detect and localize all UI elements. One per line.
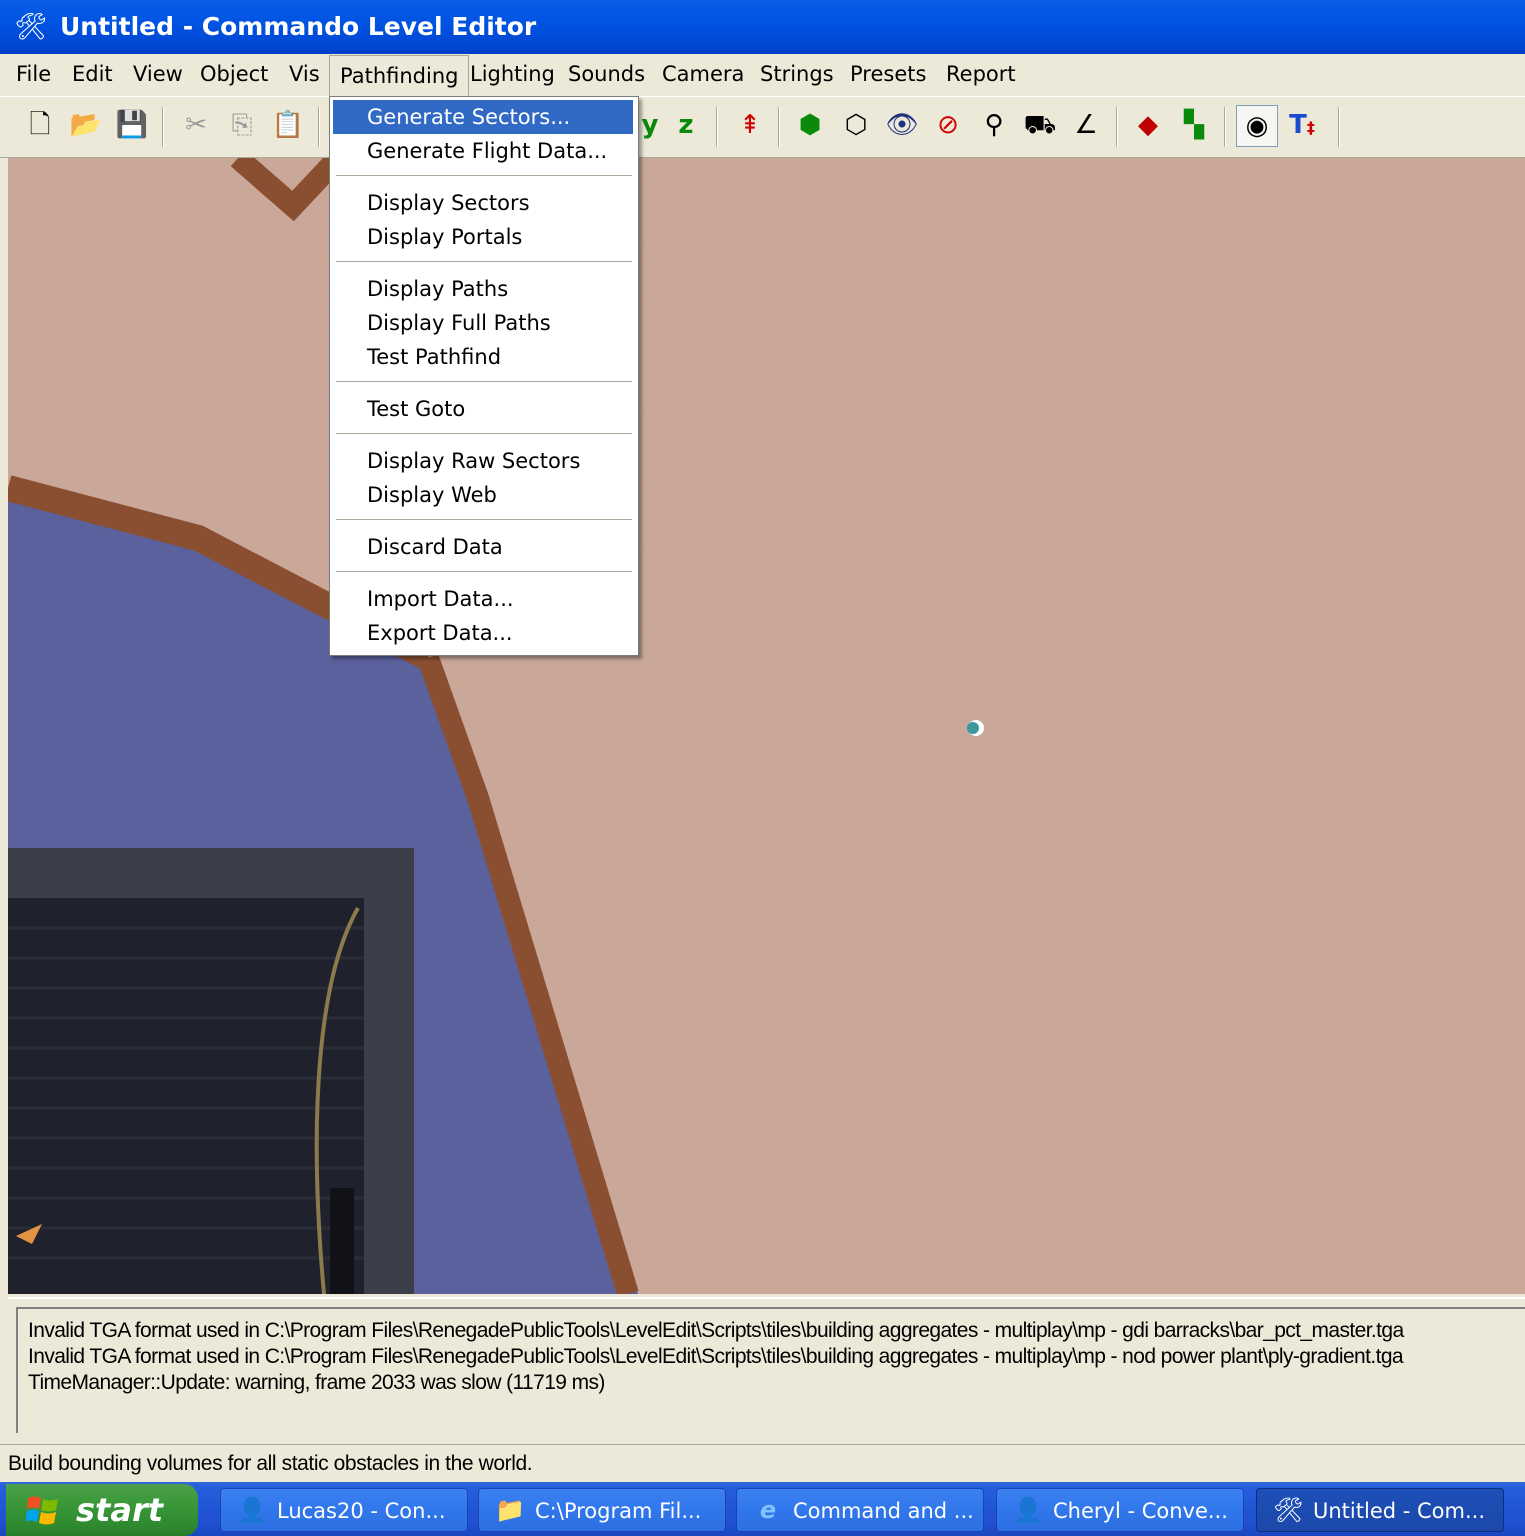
status-text: Build bounding volumes for all static ob… [8,1452,533,1475]
menu-object[interactable]: Object [200,54,268,96]
menu-display-portals[interactable]: Display Portals [333,220,633,254]
menu-file[interactable]: File [16,54,51,96]
menu-report[interactable]: Report [946,54,1016,96]
vehicle-icon[interactable]: ⛟ [1020,105,1060,145]
taskbar-item-explorer[interactable]: 📁 C:\Program Fil... [478,1488,726,1532]
start-button[interactable]: start [6,1484,198,1536]
level-viewport[interactable] [8,158,1525,1294]
axis-z-label: z [678,110,694,140]
window-title: Untitled - Commando Level Editor [60,12,537,41]
menu-generate-sectors[interactable]: Generate Sectors... [333,100,633,134]
save-icon[interactable]: 💾 [112,105,152,145]
axis-z-icon[interactable]: z [666,105,706,145]
paste-icon[interactable]: 📋 [268,105,308,145]
menu-generate-flight-data[interactable]: Generate Flight Data... [333,134,633,168]
taskbar-item-cheryl[interactable]: 👤 Cheryl - Conve... [996,1488,1244,1532]
open-icon[interactable]: 📂 [66,105,106,145]
menu-display-paths[interactable]: Display Paths [333,272,633,306]
menu-camera[interactable]: Camera [662,54,744,96]
menu-pathfinding[interactable]: Pathfinding [329,55,470,98]
menu-vis[interactable]: Vis [289,54,320,96]
menu-display-sectors[interactable]: Display Sectors [333,186,633,220]
messenger-icon: 👤 [1013,1496,1043,1524]
menu-discard-data[interactable]: Discard Data [333,530,633,564]
taskbar-item-lucas20[interactable]: 👤 Lucas20 - Con... [220,1488,468,1532]
menu-edit[interactable]: Edit [72,54,113,96]
tools-icon[interactable]: 🛠 [14,11,48,43]
color-blocks-icon[interactable]: ▚ [1174,105,1214,145]
tools-icon: 🛠 [1273,1496,1304,1524]
wire-cube-icon[interactable]: ⬡ [836,105,876,145]
output-pane: Invalid TGA format used in C:\Program Fi… [8,1297,1525,1434]
log-line: Invalid TGA format used in C:\Program Fi… [28,1319,1404,1342]
taskbar-item-browser[interactable]: e Command and ... [736,1488,984,1532]
menu-presets[interactable]: Presets [850,54,926,96]
drop-icon[interactable]: ⇞ [730,105,770,145]
title-bar[interactable]: 🛠 Untitled - Commando Level Editor [0,0,1525,54]
menu-sounds[interactable]: Sounds [568,54,645,96]
menu-display-web[interactable]: Display Web [333,478,633,512]
angle-icon[interactable]: ∠ [1066,105,1106,145]
cut-icon[interactable]: ✂ [176,105,216,145]
log-line: TimeManager::Update: warning, frame 2033… [28,1371,605,1394]
menu-view[interactable]: View [133,54,183,96]
axis-y-label: y [641,110,659,140]
color-cube-icon[interactable]: ◆ [1128,105,1168,145]
ie-icon: e [759,1496,777,1524]
menu-display-full-paths[interactable]: Display Full Paths [333,306,633,340]
menu-strings[interactable]: Strings [760,54,834,96]
status-bar: Build bounding volumes for all static ob… [0,1444,1525,1483]
eye-red-icon[interactable]: ⊘ [928,105,968,145]
new-icon[interactable]: 🗋 [20,105,60,145]
gun-icon[interactable]: ⚲ [974,105,1014,145]
viewport-scene [8,158,1525,1294]
camera-eye-icon[interactable]: ◉ [1236,105,1278,147]
menu-test-goto[interactable]: Test Goto [333,392,633,426]
taskbar-item-level-editor[interactable]: 🛠 Untitled - Com... [1256,1488,1504,1532]
eye-icon[interactable]: 👁 [882,105,922,145]
menu-lighting[interactable]: Lighting [470,54,555,96]
task-label: C:\Program Fil... [535,1499,702,1523]
solid-cube-icon[interactable]: ⬢ [790,105,830,145]
menu-export-data[interactable]: Export Data... [333,616,633,650]
log-line: Invalid TGA format used in C:\Program Fi… [28,1345,1404,1368]
menu-display-raw-sectors[interactable]: Display Raw Sectors [333,444,633,478]
messenger-icon: 👤 [237,1496,267,1524]
pathfinding-menu: Generate Sectors... Generate Flight Data… [329,96,639,656]
output-log[interactable]: Invalid TGA format used in C:\Program Fi… [16,1307,1525,1433]
folder-icon: 📁 [495,1496,525,1524]
taskbar: start 👤 Lucas20 - Con... 📁 C:\Program Fi… [0,1482,1525,1536]
task-label: Untitled - Com... [1313,1499,1485,1523]
start-label: start [76,1491,164,1529]
menu-import-data[interactable]: Import Data... [333,582,633,616]
menu-test-pathfind[interactable]: Test Pathfind [333,340,633,374]
toolbar: 🗋 📂 💾 ✂ ⎘ 📋 y z ⇞ ⬢ ⬡ 👁 ⊘ ⚲ ⛟ ∠ ◆ ▚ ◉ T‡ [0,97,1525,158]
text-cursor-icon[interactable]: T‡ [1282,105,1322,145]
task-label: Command and ... [793,1499,974,1523]
task-label: Cheryl - Conve... [1053,1499,1228,1523]
task-label: Lucas20 - Con... [277,1499,446,1523]
menu-bar: File Edit View Object Vis Pathfinding Li… [0,54,1525,98]
windows-logo-icon [26,1496,58,1525]
copy-icon[interactable]: ⎘ [222,105,262,145]
